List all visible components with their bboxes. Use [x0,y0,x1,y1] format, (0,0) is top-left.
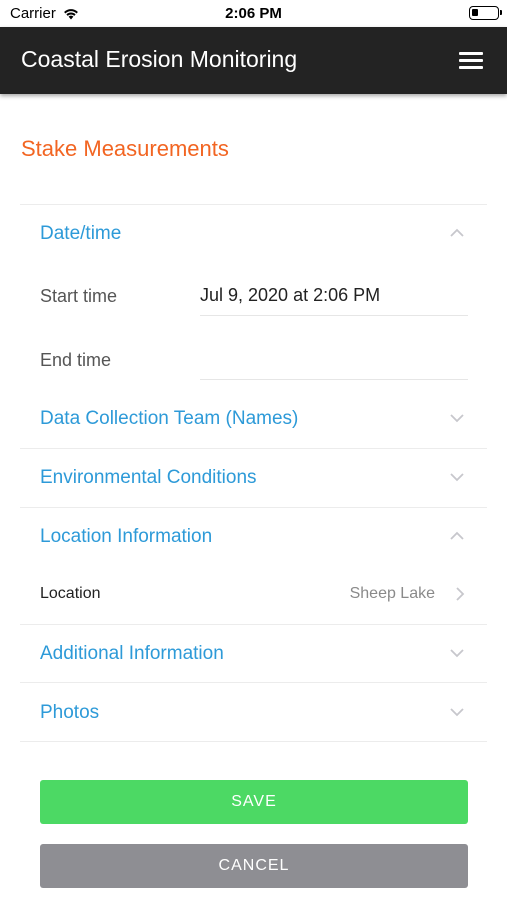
chevron-right-icon [456,587,465,601]
battery-icon [469,6,502,20]
divider [20,682,487,683]
section-label-location: Location Information [40,526,213,547]
end-time-field[interactable] [200,349,468,375]
section-label-environment: Environmental Conditions [40,467,257,488]
battery-level-fill [472,9,478,16]
location-label: Location [40,585,101,602]
section-label-photos: Photos [40,702,100,723]
chevron-up-icon [450,531,464,540]
section-header-datetime[interactable]: Date/time [20,205,487,263]
start-time-field[interactable]: Jul 9, 2020 at 2:06 PM [200,285,380,306]
section-header-additional[interactable]: Additional Information [20,625,487,683]
end-time-underline [200,379,468,380]
save-button[interactable]: SAVE [40,780,468,824]
app-title: Coastal Erosion Monitoring [21,46,298,72]
cancel-button[interactable]: CANCEL [40,844,468,888]
start-time-label: Start time [40,286,118,306]
section-label-datetime: Date/time [40,223,122,244]
section-header-environment[interactable]: Environmental Conditions [20,449,487,507]
chevron-up-icon [450,228,464,237]
section-label-team: Data Collection Team (Names) [40,408,299,429]
section-header-photos[interactable]: Photos [20,684,487,742]
hamburger-menu-icon[interactable] [455,49,487,73]
app-bar: Coastal Erosion Monitoring [0,27,507,94]
location-row[interactable]: Location Sheep Lake [20,566,487,622]
divider [20,741,487,742]
end-time-label: End time [40,350,112,370]
location-value: Sheep Lake [349,585,435,602]
chevron-down-icon [450,414,464,423]
status-bar: Carrier 2:06 PM [0,0,507,27]
section-header-location[interactable]: Location Information [20,508,487,566]
chevron-down-icon [450,649,464,658]
status-time: 2:06 PM [225,5,282,22]
start-time-underline [200,315,468,316]
page-title: Stake Measurements [21,136,229,161]
chevron-down-icon [450,708,464,717]
section-label-additional: Additional Information [40,643,224,664]
section-header-team[interactable]: Data Collection Team (Names) [20,390,487,448]
chevron-down-icon [450,473,464,482]
